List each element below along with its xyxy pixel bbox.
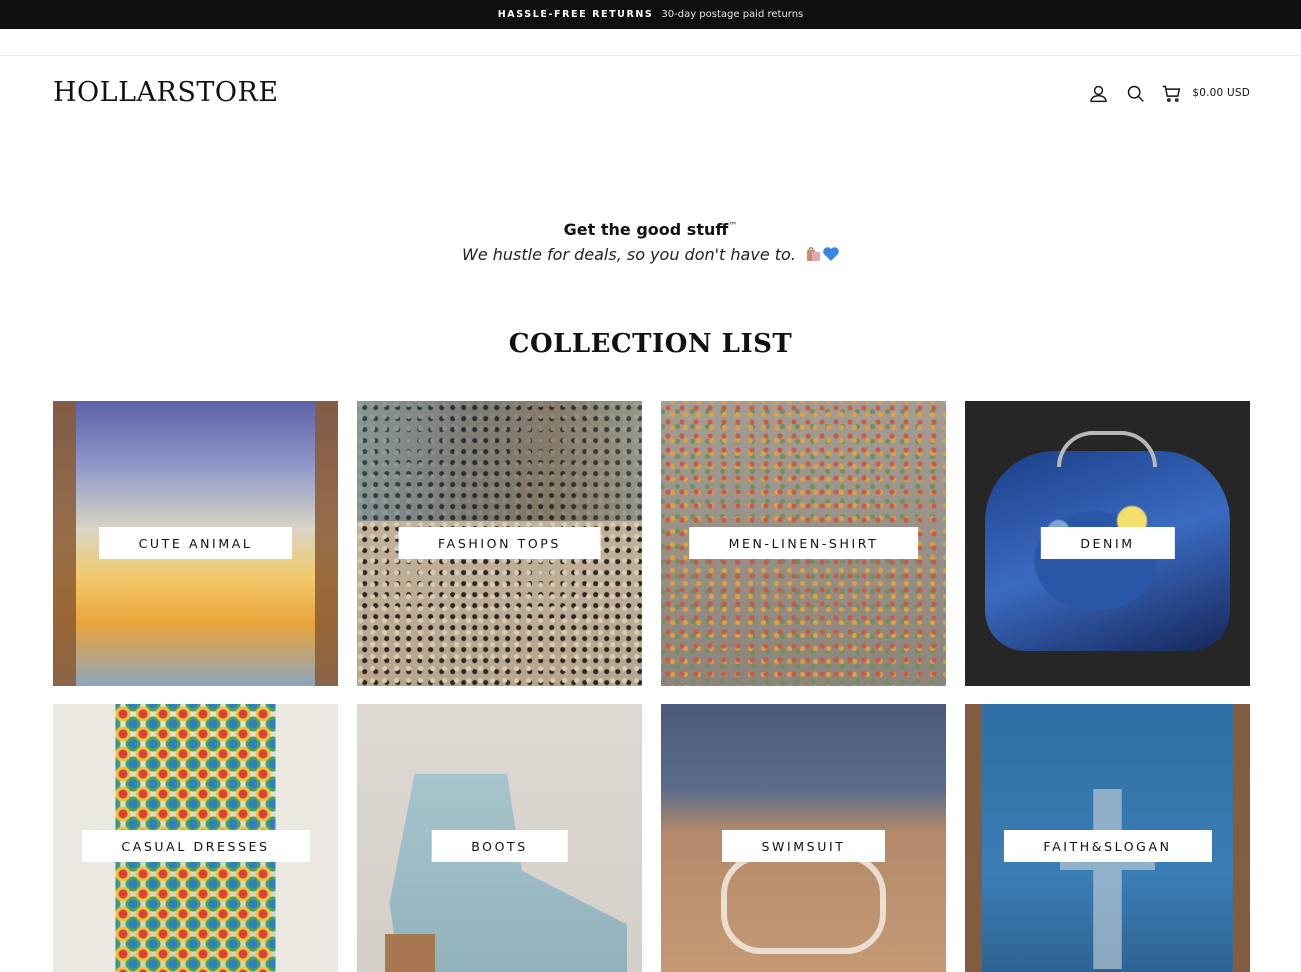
trademark-symbol: ™ bbox=[728, 221, 738, 232]
header-actions: $0.00 USD bbox=[1085, 80, 1250, 106]
collection-tile-faith-slogan[interactable]: FAITH&SLOGAN bbox=[965, 704, 1250, 972]
collection-tile-boots[interactable]: BOOTS bbox=[357, 704, 642, 972]
intro-headline-row: Get the good stuff™ bbox=[0, 220, 1301, 239]
intro-headline: Get the good stuff bbox=[563, 220, 729, 239]
collection-grid: CUTE ANIMAL FASHION TOPS MEN-LINEN-SHIRT… bbox=[53, 401, 1250, 972]
cart-total[interactable]: $0.00 USD bbox=[1192, 87, 1250, 99]
intro-tagline-row: We hustle for deals, so you don't have t… bbox=[0, 245, 1301, 266]
collection-tile-swimsuit[interactable]: SWIMSUIT bbox=[661, 704, 946, 972]
collection-label[interactable]: FAITH&SLOGAN bbox=[1003, 830, 1212, 862]
collection-label[interactable]: MEN-LINEN-SHIRT bbox=[688, 527, 919, 559]
announcement-bar: HASSLE-FREE RETURNS 30-day postage paid … bbox=[0, 0, 1301, 29]
search-icon[interactable] bbox=[1122, 80, 1148, 106]
collection-label[interactable]: CUTE ANIMAL bbox=[98, 527, 293, 559]
cart-icon[interactable] bbox=[1158, 80, 1184, 106]
collection-tile-cute-animal[interactable]: CUTE ANIMAL bbox=[53, 401, 338, 686]
store-logo[interactable]: HOLLARSTORE bbox=[53, 77, 279, 108]
collection-tile-fashion-tops[interactable]: FASHION TOPS bbox=[357, 401, 642, 686]
intro-text: Get the good stuff™ We hustle for deals,… bbox=[0, 220, 1301, 266]
collection-label[interactable]: FASHION TOPS bbox=[398, 527, 601, 559]
collection-label[interactable]: DENIM bbox=[1040, 527, 1175, 559]
collection-tile-denim[interactable]: DENIM bbox=[965, 401, 1250, 686]
announcement-headline: HASSLE-FREE RETURNS bbox=[497, 9, 654, 20]
header-divider bbox=[0, 29, 1301, 56]
user-icon[interactable] bbox=[1085, 80, 1111, 106]
collection-label[interactable]: CASUAL DRESSES bbox=[81, 830, 310, 862]
intro-tagline: We hustle for deals, so you don't have t… bbox=[462, 245, 796, 264]
collection-tile-men-linen-shirt[interactable]: MEN-LINEN-SHIRT bbox=[661, 401, 946, 686]
collection-label[interactable]: SWIMSUIT bbox=[721, 830, 886, 862]
collection-label[interactable]: BOOTS bbox=[431, 830, 568, 862]
collection-tile-casual-dresses[interactable]: CASUAL DRESSES bbox=[53, 704, 338, 972]
announcement-detail: 30-day postage paid returns bbox=[661, 9, 804, 20]
shopping-bags-heart-icon bbox=[805, 246, 839, 266]
collection-list-title: COLLECTION LIST bbox=[508, 329, 793, 359]
